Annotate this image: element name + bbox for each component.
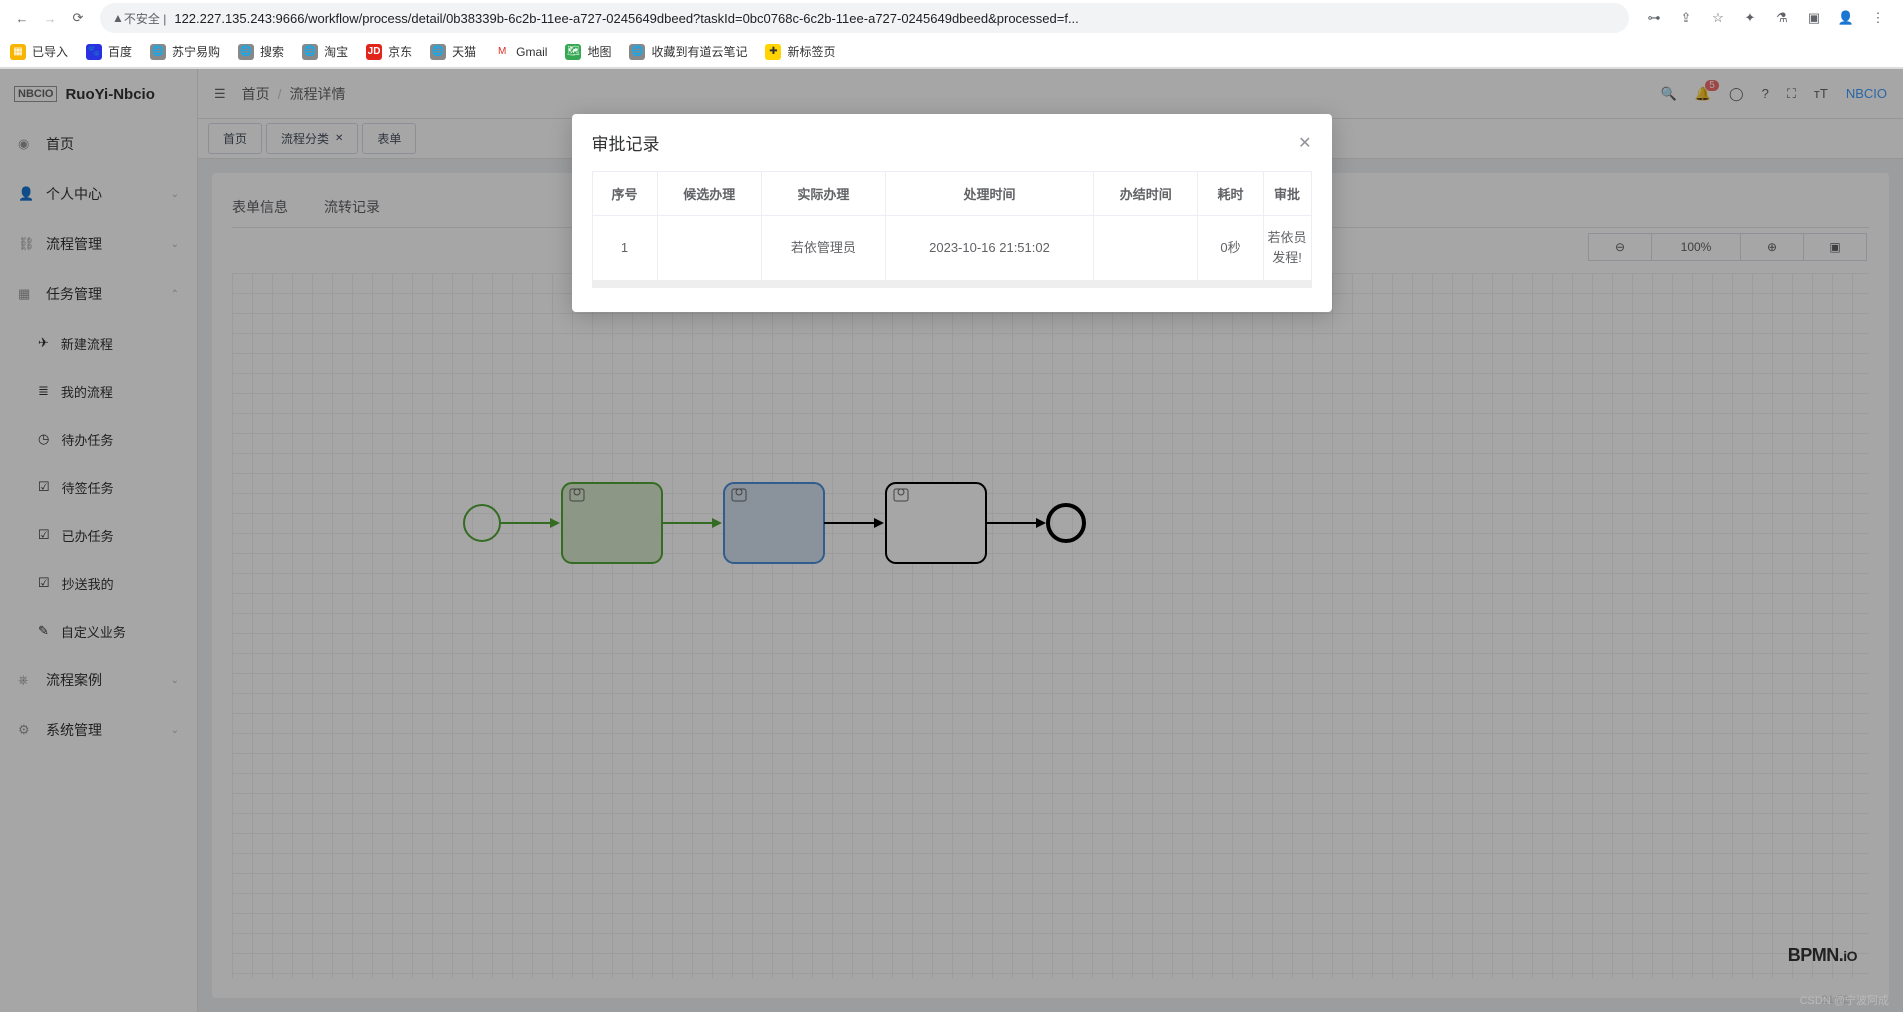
modal-backdrop: 审批记录 ✕ 序号 候选办理 实际办理 处理时间 办结时间 耗时 审批 [0,69,1903,1012]
chrome-actions: ⊶ ⇪ ☆ ✦ ⚗ ▣ 👤 ⋮ [1637,9,1895,27]
modal-body: 序号 候选办理 实际办理 处理时间 办结时间 耗时 审批 1 [572,171,1332,312]
table-scrollbar[interactable] [592,280,1312,288]
bookmark-label: 收藏到有道云笔记 [651,43,747,60]
approval-modal: 审批记录 ✕ 序号 候选办理 实际办理 处理时间 办结时间 耗时 审批 [572,114,1332,312]
cell-index: 1 [592,216,657,281]
col-finish-time: 办结时间 [1094,172,1198,216]
bookmark-label: 京东 [388,43,412,60]
back-button[interactable]: ← [8,4,36,32]
col-index: 序号 [592,172,657,216]
bookmark-label: 新标签页 [787,43,835,60]
insecure-label: 不安全 | [124,10,166,27]
url-bar[interactable]: ▲ 不安全 | 122.227.135.243:9666/workflow/pr… [100,3,1629,33]
cell-candidate [657,216,761,281]
watermark: CSDN @宁波阿成 [1800,992,1889,1008]
bookmark-maps[interactable]: 🗺地图 [565,43,611,60]
bookmark-jd[interactable]: JD京东 [366,43,412,60]
panel-icon[interactable]: ▣ [1805,9,1823,27]
bookmark-label: 天猫 [452,43,476,60]
bookmark-newtab[interactable]: ✚新标签页 [765,43,835,60]
cell-duration: 0秒 [1198,216,1263,281]
col-duration: 耗时 [1198,172,1263,216]
bookmark-label: Gmail [516,45,547,59]
cell-actual: 若依管理员 [761,216,885,281]
bookmark-suning[interactable]: 🌐苏宁易购 [150,43,220,60]
close-icon[interactable]: ✕ [1298,133,1311,153]
col-candidate: 候选办理 [657,172,761,216]
col-actual: 实际办理 [761,172,885,216]
modal-title: 审批记录 [592,130,660,155]
bookmark-label: 地图 [587,43,611,60]
modal-header: 审批记录 ✕ [572,114,1332,171]
bookmark-label: 苏宁易购 [172,43,220,60]
bookmark-label: 已导入 [32,43,68,60]
app-root: NBCIO RuoYi-Nbcio ◉ 首页 👤 个人中心 ⌄ ⛓ 流程管理 ⌄… [0,69,1903,1012]
cell-process-time: 2023-10-16 21:51:02 [885,216,1093,281]
reload-button[interactable]: ⟳ [64,4,92,32]
bookmarks-bar: ▦已导入 🐾百度 🌐苏宁易购 🌐搜索 🌐淘宝 JD京东 🌐天猫 MGmail 🗺… [0,36,1903,68]
col-process-time: 处理时间 [885,172,1093,216]
bookmark-label: 百度 [108,43,132,60]
extension-icon[interactable]: ✦ [1741,9,1759,27]
star-icon[interactable]: ☆ [1709,9,1727,27]
bookmark-baidu[interactable]: 🐾百度 [86,43,132,60]
col-approval: 审批 [1263,172,1311,216]
forward-button[interactable]: → [36,4,64,32]
cell-approval: 若依员发程! [1263,216,1311,281]
url-text: 122.227.135.243:9666/workflow/process/de… [174,11,1617,26]
browser-toolbar: ← → ⟳ ▲ 不安全 | 122.227.135.243:9666/workf… [0,0,1903,36]
flask-icon[interactable]: ⚗ [1773,9,1791,27]
menu-icon[interactable]: ⋮ [1869,9,1887,27]
table-header-row: 序号 候选办理 实际办理 处理时间 办结时间 耗时 审批 [592,172,1311,216]
bookmark-imported[interactable]: ▦已导入 [10,43,68,60]
bookmark-label: 搜索 [260,43,284,60]
bookmark-youdao[interactable]: 🌐收藏到有道云笔记 [629,43,747,60]
bookmark-search[interactable]: 🌐搜索 [238,43,284,60]
bookmark-tmall[interactable]: 🌐天猫 [430,43,476,60]
bookmark-label: 淘宝 [324,43,348,60]
approval-table: 序号 候选办理 实际办理 处理时间 办结时间 耗时 审批 1 [592,171,1312,281]
table-row: 1 若依管理员 2023-10-16 21:51:02 0秒 若依员发程! [592,216,1311,281]
profile-icon[interactable]: 👤 [1837,9,1855,27]
share-icon[interactable]: ⇪ [1677,9,1695,27]
key-icon[interactable]: ⊶ [1645,9,1663,27]
insecure-icon: ▲ 不安全 | [112,10,166,27]
browser-chrome: ← → ⟳ ▲ 不安全 | 122.227.135.243:9666/workf… [0,0,1903,69]
bookmark-taobao[interactable]: 🌐淘宝 [302,43,348,60]
bookmark-gmail[interactable]: MGmail [494,44,547,60]
cell-finish-time [1094,216,1198,281]
